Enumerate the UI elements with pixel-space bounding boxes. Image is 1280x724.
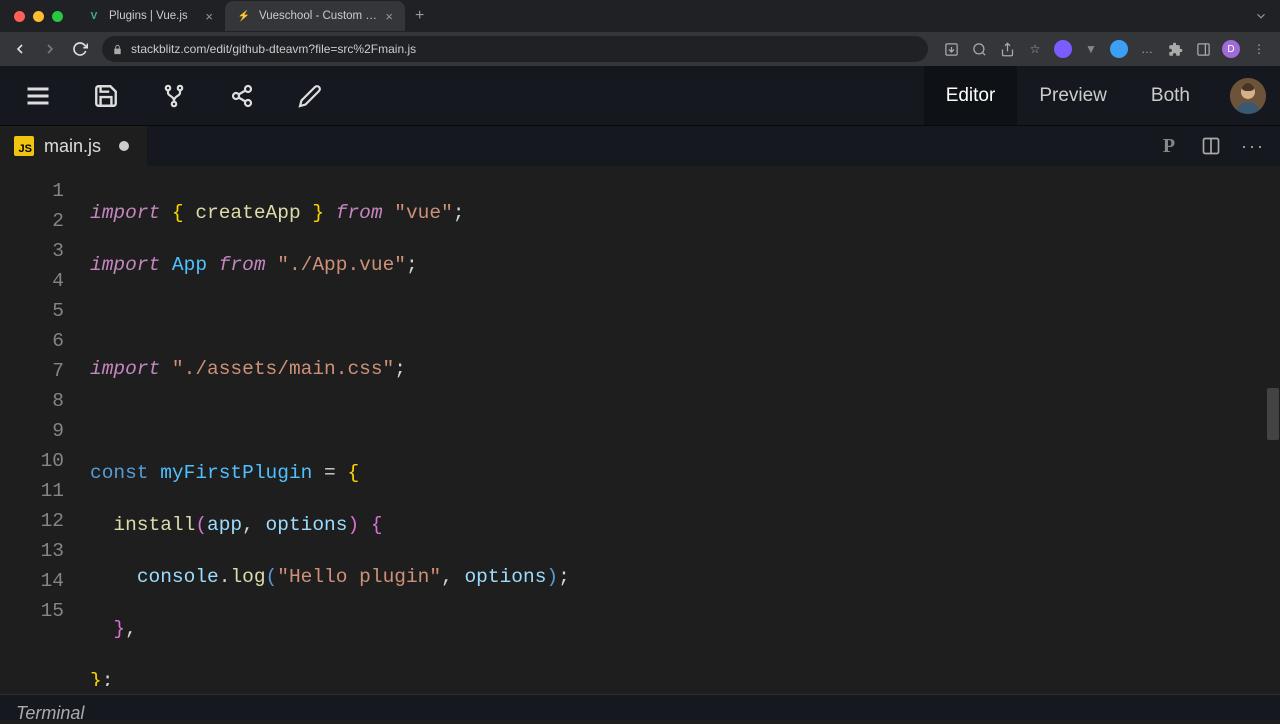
prettier-icon[interactable]: P (1158, 135, 1180, 157)
scrollbar-thumb[interactable] (1267, 388, 1279, 440)
vue-favicon-icon: V (87, 9, 101, 23)
view-tab-both[interactable]: Both (1129, 66, 1212, 125)
js-file-icon: JS (14, 136, 34, 156)
ext-icon-1[interactable] (1054, 40, 1072, 58)
address-bar: stackblitz.com/edit/github-dteavm?file=s… (0, 32, 1280, 66)
terminal-panel[interactable]: Terminal (0, 694, 1280, 720)
line-gutter: 123456789101112131415 (0, 166, 90, 686)
reload-button[interactable] (72, 41, 88, 57)
bookmark-icon[interactable]: ☆ (1026, 40, 1044, 58)
edit-pencil-icon[interactable] (296, 82, 324, 110)
editor-scrollbar[interactable] (1266, 166, 1280, 686)
menu-hamburger-icon[interactable] (24, 82, 52, 110)
stackblitz-favicon-icon: ⚡ (237, 9, 251, 23)
share-project-icon[interactable] (228, 82, 256, 110)
close-tab-icon[interactable]: × (205, 9, 213, 24)
tab-title: Vueschool - Custom Vue Js 3 (259, 10, 377, 22)
fork-icon[interactable] (160, 82, 188, 110)
app-toolbar: Editor Preview Both (0, 66, 1280, 126)
url-text: stackblitz.com/edit/github-dteavm?file=s… (131, 42, 416, 56)
split-editor-icon[interactable] (1200, 135, 1222, 157)
traffic-lights (10, 11, 75, 22)
close-tab-icon[interactable]: × (385, 9, 393, 24)
menu-icon[interactable]: ⋮ (1250, 40, 1268, 58)
new-tab-button[interactable]: + (405, 7, 434, 25)
url-field[interactable]: stackblitz.com/edit/github-dteavm?file=s… (102, 36, 928, 62)
browser-tab-vueschool[interactable]: ⚡ Vueschool - Custom Vue Js 3 × (225, 1, 405, 31)
browser-right-icons: ☆ ▼ … D ⋮ (942, 40, 1268, 58)
user-avatar[interactable] (1230, 78, 1266, 114)
unsaved-indicator-icon (119, 141, 129, 151)
ext-icon-2[interactable]: ▼ (1082, 40, 1100, 58)
file-tab-name: main.js (44, 136, 101, 157)
file-tab-bar: JS main.js P ··· (0, 126, 1280, 166)
tab-title: Plugins | Vue.js (109, 10, 197, 22)
save-icon[interactable] (92, 82, 120, 110)
browser-tab-bar: V Plugins | Vue.js × ⚡ Vueschool - Custo… (0, 0, 1280, 32)
extensions-icon[interactable] (1166, 40, 1184, 58)
close-window-icon[interactable] (14, 11, 25, 22)
chrome-expand-icon[interactable] (1254, 9, 1280, 23)
zoom-icon[interactable] (970, 40, 988, 58)
file-tab-mainjs[interactable]: JS main.js (0, 126, 147, 166)
view-tab-preview[interactable]: Preview (1017, 66, 1129, 125)
back-button[interactable] (12, 41, 28, 57)
share-icon[interactable] (998, 40, 1016, 58)
minimize-window-icon[interactable] (33, 11, 44, 22)
forward-button[interactable] (42, 41, 58, 57)
code-content[interactable]: import { createApp } from "vue"; import … (90, 166, 1280, 686)
view-mode-tabs: Editor Preview Both (924, 66, 1212, 125)
view-tab-editor[interactable]: Editor (924, 66, 1018, 125)
profile-icon[interactable]: D (1222, 40, 1240, 58)
more-actions-icon[interactable]: ··· (1242, 135, 1264, 157)
ext-icon-3[interactable] (1110, 40, 1128, 58)
browser-tab-vuejs[interactable]: V Plugins | Vue.js × (75, 1, 225, 31)
install-app-icon[interactable] (942, 40, 960, 58)
ext-icon-4[interactable]: … (1138, 40, 1156, 58)
maximize-window-icon[interactable] (52, 11, 63, 22)
terminal-label: Terminal (16, 703, 84, 724)
code-editor[interactable]: 123456789101112131415 import { createApp… (0, 166, 1280, 686)
lock-icon (112, 44, 123, 55)
side-panel-icon[interactable] (1194, 40, 1212, 58)
browser-chrome: V Plugins | Vue.js × ⚡ Vueschool - Custo… (0, 0, 1280, 66)
